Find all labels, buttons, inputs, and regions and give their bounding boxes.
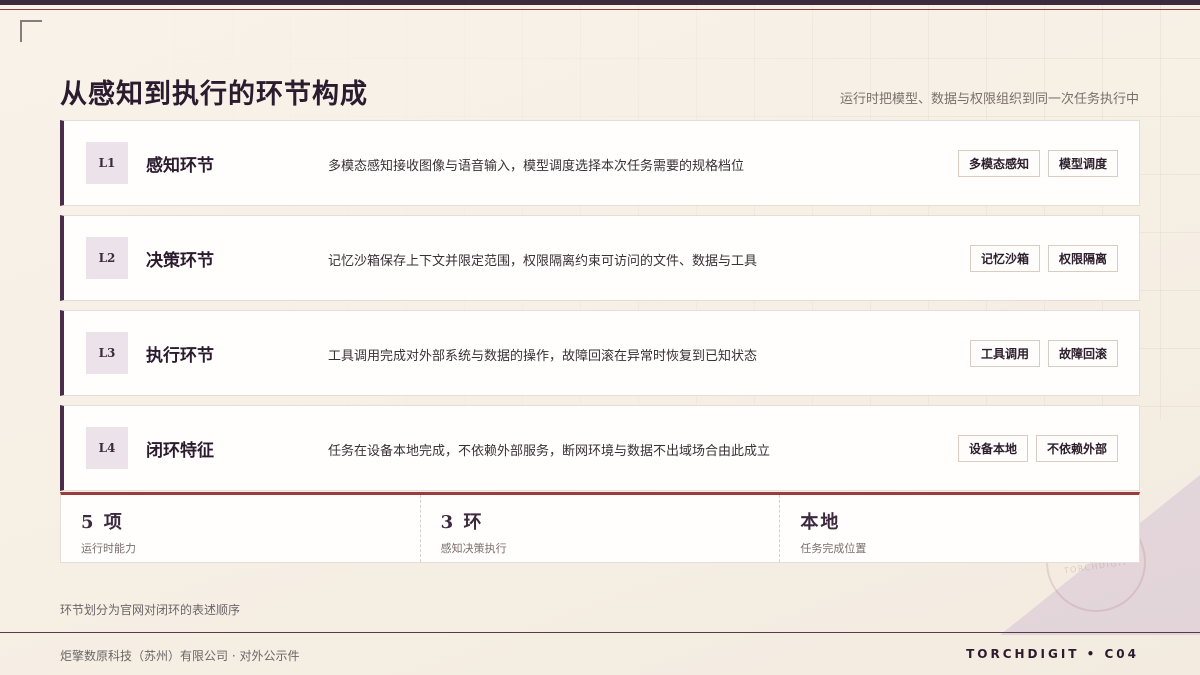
- layer-tags: 设备本地 不依赖外部: [957, 435, 1118, 462]
- stat-cell: 3 环 感知决策执行: [419, 495, 780, 562]
- layer-description: 任务在设备本地完成，不依赖外部服务，断网环境与数据不出域场合由此成立: [328, 444, 771, 459]
- layer-title: 决策环节: [146, 251, 214, 271]
- layer-row: L1 感知环节 多模态感知接收图像与语音输入，模型调度选择本次任务需要的规格档位…: [60, 120, 1140, 206]
- stat-label: 任务完成位置: [800, 542, 867, 555]
- stat-label: 运行时能力: [81, 542, 136, 555]
- layer-tag: 多模态感知: [957, 150, 1040, 177]
- stat-value: 5 项: [81, 512, 124, 533]
- footer-brand: TORCHDIGIT • C04: [966, 647, 1139, 661]
- layer-row: L4 闭环特征 任务在设备本地完成，不依赖外部服务，断网环境与数据不出域场合由此…: [60, 405, 1140, 491]
- layer-row: L2 决策环节 记忆沙箱保存上下文并限定范围，权限隔离约束可访问的文件、数据与工…: [60, 215, 1140, 301]
- page-title: 从感知到执行的环节构成: [60, 79, 368, 110]
- layer-tags: 多模态感知 模型调度: [957, 150, 1118, 177]
- layer-tag: 故障回滚: [1047, 340, 1118, 367]
- layer-badge: L1: [86, 142, 128, 184]
- layer-tags: 记忆沙箱 权限隔离: [969, 245, 1118, 272]
- stat-cell: 本地 任务完成位置: [779, 495, 1139, 562]
- layer-title: 执行环节: [146, 346, 214, 366]
- layer-tags: 工具调用 故障回滚: [969, 340, 1118, 367]
- layer-title: 闭环特征: [146, 441, 214, 461]
- footer-company: 炬擎数原科技（苏州）有限公司 · 对外公示件: [60, 649, 300, 663]
- layer-tag: 记忆沙箱: [969, 245, 1040, 272]
- stat-label: 感知决策执行: [440, 542, 507, 555]
- layer-badge: L2: [86, 237, 128, 279]
- layer-title: 感知环节: [146, 156, 214, 176]
- corner-bracket-icon: [20, 20, 42, 42]
- layer-description: 记忆沙箱保存上下文并限定范围，权限隔离约束可访问的文件、数据与工具: [328, 254, 758, 269]
- layer-badge: L3: [86, 332, 128, 374]
- stats-bar: 5 项 运行时能力 3 环 感知决策执行 本地 任务完成位置: [60, 492, 1140, 563]
- layer-badge: L4: [86, 427, 128, 469]
- layer-tag: 权限隔离: [1047, 245, 1118, 272]
- layer-tag: 工具调用: [969, 340, 1040, 367]
- footnote: 环节划分为官网对闭环的表述顺序: [60, 603, 241, 617]
- footer-divider: [0, 632, 1200, 633]
- layer-tag: 设备本地: [957, 435, 1028, 462]
- top-accent-line: [0, 9, 1200, 10]
- layer-tag: 不依赖外部: [1035, 435, 1118, 462]
- layer-description: 工具调用完成对外部系统与数据的操作，故障回滚在异常时恢复到已知状态: [328, 349, 758, 364]
- layer-row: L3 执行环节 工具调用完成对外部系统与数据的操作，故障回滚在异常时恢复到已知状…: [60, 310, 1140, 396]
- layer-tag: 模型调度: [1047, 150, 1118, 177]
- top-bar: [0, 0, 1200, 5]
- layer-description: 多模态感知接收图像与语音输入，模型调度选择本次任务需要的规格档位: [328, 159, 745, 174]
- page-subtitle: 运行时把模型、数据与权限组织到同一次任务执行中: [839, 92, 1139, 107]
- stat-cell: 5 项 运行时能力: [61, 495, 420, 562]
- stat-value: 3 环: [440, 512, 484, 533]
- stat-value: 本地: [800, 512, 841, 533]
